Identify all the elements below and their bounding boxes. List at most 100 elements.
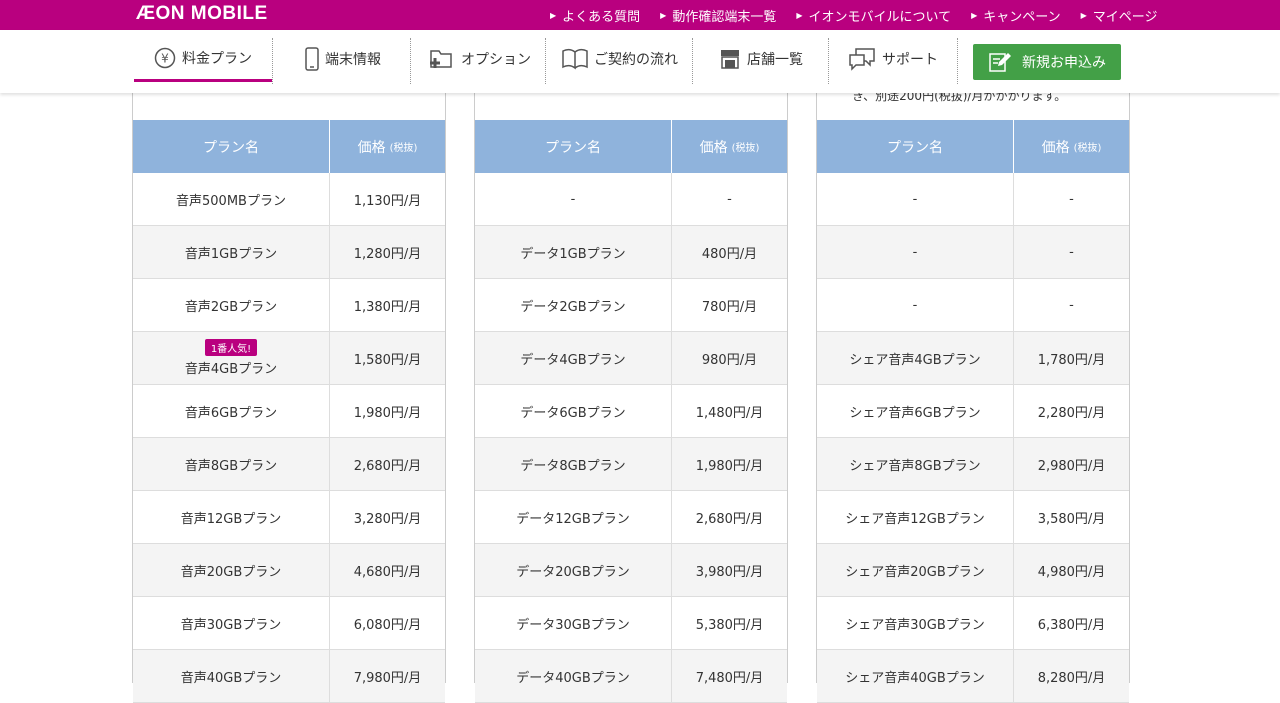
table-row: 音声30GBプラン 6,080円/月 xyxy=(133,597,445,650)
plan-name-cell: 音声8GBプラン xyxy=(133,438,330,490)
plan-name: シェア音声30GBプラン xyxy=(845,617,985,633)
plan-name: - xyxy=(912,297,918,313)
triangle-icon: ▶ xyxy=(660,10,667,20)
table-row: -- xyxy=(817,226,1129,279)
plan-price: - xyxy=(1069,191,1074,207)
top-link-faq[interactable]: ▶ よくある質問 xyxy=(550,6,640,25)
plan-name: 音声40GBプラン xyxy=(180,670,282,686)
top-link-about[interactable]: ▶ イオンモバイルについて xyxy=(796,6,951,25)
nav-item-pricing[interactable]: ¥ 料金プラン xyxy=(134,36,272,82)
nav-item-contract-flow[interactable]: ご契約の流れ xyxy=(548,36,692,82)
yen-icon: ¥ xyxy=(154,47,176,69)
triangle-icon: ▶ xyxy=(1080,10,1087,20)
plan-price: 7,480円/月 xyxy=(695,670,764,686)
nav-item-options[interactable]: オプション xyxy=(414,36,544,82)
nav-item-stores[interactable]: 店舗一覧 xyxy=(698,36,824,82)
plan-name: データ6GBプラン xyxy=(520,405,626,421)
table-body: - - データ1GBプラン 480円/月 データ2GBプラン 780円/月 データ4GBプラ… xyxy=(475,173,787,703)
top-link-devices[interactable]: ▶ 動作確認端末一覧 xyxy=(660,6,776,25)
plan-name-cell: 音声20GBプラン xyxy=(133,544,330,596)
plan-name-cell: - xyxy=(817,226,1014,278)
plan-name: - xyxy=(570,191,576,207)
top-link-mypage[interactable]: ▶ マイページ xyxy=(1081,6,1158,25)
table-body: 音声500MBプラン 1,130円/月 音声1GBプラン 1,280円/月音声2GBプ… xyxy=(133,173,445,703)
plan-name: データ20GBプラン xyxy=(516,564,630,580)
header-price: 価格 (税抜) xyxy=(699,139,760,156)
table-row: シェア音声20GBプラン 4,980円/月 xyxy=(817,544,1129,597)
nav-item-devices[interactable]: 端末情報 xyxy=(278,36,408,82)
header-price: 価格 (税抜) xyxy=(1041,139,1102,156)
plan-name-cell: シェア音声20GBプラン xyxy=(817,544,1014,596)
plan-name: 音声2GBプラン xyxy=(184,299,278,315)
plan-table-data: プラン名 価格 (税抜) - - データ1GBプラン 480円/月 データ2GBプラン 78… xyxy=(474,93,788,703)
plan-name-cell: データ12GBプラン xyxy=(475,491,672,543)
table-row: 音声500MBプラン 1,130円/月 xyxy=(133,173,445,226)
table-row: データ12GBプラン 2,680円/月 xyxy=(475,491,787,544)
plan-name-cell: データ6GBプラン xyxy=(475,385,672,437)
table-row: シェア音声30GBプラン 6,380円/月 xyxy=(817,597,1129,650)
plan-name: データ40GBプラン xyxy=(516,670,630,686)
plan-name-cell: シェア音声8GBプラン xyxy=(817,438,1014,490)
table-row: データ8GBプラン 1,980円/月 xyxy=(475,438,787,491)
plan-name: 音声500MBプラン xyxy=(176,193,286,209)
plan-price: 3,980円/月 xyxy=(695,564,764,580)
plan-price: 1,580円/月 xyxy=(353,352,422,368)
plan-price: 780円/月 xyxy=(701,299,758,315)
table-body: - - - - - - シェア音声4GBプラン 1,780円/月 シェア音声6GBプラン 2,28… xyxy=(817,173,1129,703)
plan-name-cell: 音声1GBプラン xyxy=(133,226,330,278)
table-row: データ4GBプラン 980円/月 xyxy=(475,332,787,385)
table-row: シェア音声4GBプラン 1,780円/月 xyxy=(817,332,1129,385)
plan-price: 1,280円/月 xyxy=(353,246,422,262)
plan-name: 音声4GBプラン xyxy=(184,362,278,377)
plan-price: 1,980円/月 xyxy=(353,405,422,421)
plan-name: データ12GBプラン xyxy=(516,511,630,527)
popular-badge: 1番人気! xyxy=(204,339,258,356)
plan-name-cell: シェア音声6GBプラン xyxy=(817,385,1014,437)
plan-name: シェア音声6GBプラン xyxy=(849,405,981,421)
top-link-campaign[interactable]: ▶ キャンペーン xyxy=(971,6,1061,25)
plan-name: データ2GBプラン xyxy=(520,299,626,315)
table-row: データ20GBプラン 3,980円/月 xyxy=(475,544,787,597)
plan-name-cell: - xyxy=(817,173,1014,225)
aeon-mobile-logo[interactable]: ÆON MOBILE xyxy=(136,3,268,25)
plan-price: 4,980円/月 xyxy=(1037,564,1106,580)
plan-name-cell: データ8GBプラン xyxy=(475,438,672,490)
plan-name-cell: 音声500MBプラン xyxy=(133,173,330,225)
header-price: 価格 (税抜) xyxy=(357,139,418,156)
nav-divider xyxy=(272,38,273,84)
plan-name-cell: 音声40GBプラン xyxy=(133,650,330,702)
nav-divider xyxy=(692,38,693,84)
apply-button[interactable]: 新規お申込み xyxy=(973,44,1121,80)
table-row: シェア音声12GBプラン 3,580円/月 xyxy=(817,491,1129,544)
plan-price: 3,580円/月 xyxy=(1037,511,1106,527)
plan-name-cell: シェア音声40GBプラン xyxy=(817,650,1014,702)
top-bar: ÆON MOBILE ▶ よくある質問 ▶ 動作確認端末一覧 ▶ イオンモバイルについ… xyxy=(0,0,1280,30)
plan-name-cell: データ40GBプラン xyxy=(475,650,672,702)
plan-price: 1,480円/月 xyxy=(695,405,764,421)
plan-price: 480円/月 xyxy=(701,246,758,262)
plan-price: 2,680円/月 xyxy=(353,458,422,474)
table-row: 1番人気! 音声4GBプラン 1,580円/月 xyxy=(133,332,445,385)
table-row: シェア音声8GBプラン 2,980円/月 xyxy=(817,438,1129,491)
table-row: シェア音声6GBプラン 2,280円/月 xyxy=(817,385,1129,438)
table-row: データ2GBプラン 780円/月 xyxy=(475,279,787,332)
table-row: 音声2GBプラン 1,380円/月 xyxy=(133,279,445,332)
table-row: -- xyxy=(475,173,787,226)
triangle-icon: ▶ xyxy=(971,10,978,20)
plan-name: シェア音声12GBプラン xyxy=(845,511,985,527)
table-row: -- xyxy=(817,173,1129,226)
plan-name: データ8GBプラン xyxy=(520,458,626,474)
nav-divider xyxy=(545,38,546,84)
nav-divider xyxy=(957,38,958,84)
plan-name-cell: データ30GBプラン xyxy=(475,597,672,649)
plan-price: 2,680円/月 xyxy=(695,511,764,527)
pencil-form-icon xyxy=(988,51,1012,73)
table-row: データ30GBプラン 5,380円/月 xyxy=(475,597,787,650)
nav-item-support[interactable]: サポート xyxy=(832,36,954,82)
plan-name: データ4GBプラン xyxy=(520,352,626,368)
plan-name-cell: データ20GBプラン xyxy=(475,544,672,596)
plan-price: - xyxy=(1069,244,1074,260)
plan-name: シェア音声20GBプラン xyxy=(845,564,985,580)
table-row: 音声12GBプラン 3,280円/月 xyxy=(133,491,445,544)
plan-name-cell: シェア音声30GBプラン xyxy=(817,597,1014,649)
